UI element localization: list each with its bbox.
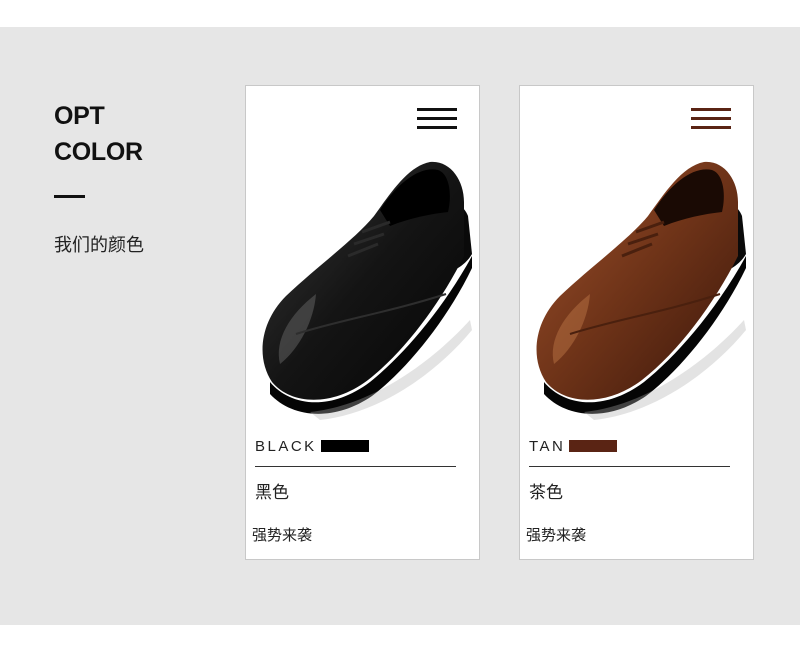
card-divider bbox=[255, 466, 456, 467]
section-heading: OPT COLOR bbox=[54, 98, 143, 170]
card-slogan: 强势来袭 bbox=[252, 526, 313, 544]
black-shoe-image bbox=[262, 161, 472, 420]
heading-divider bbox=[54, 195, 85, 198]
product-card-tan[interactable]: TAN 茶色 强势来袭 bbox=[519, 85, 754, 560]
heading-line-1: OPT bbox=[54, 102, 105, 130]
color-swatch bbox=[569, 440, 618, 452]
color-name-cn: 黑色 bbox=[255, 483, 289, 503]
heading-line-2: COLOR bbox=[54, 138, 143, 166]
color-label-row: TAN bbox=[529, 437, 618, 455]
color-swatch bbox=[320, 440, 369, 452]
tan-shoe-image bbox=[536, 161, 746, 420]
card-divider bbox=[529, 466, 730, 467]
card-slogan: 强势来袭 bbox=[526, 526, 587, 544]
color-label-row: BLACK bbox=[255, 437, 369, 455]
product-card-black[interactable]: BLACK 黑色 强势来袭 bbox=[245, 85, 480, 560]
menu-icon bbox=[691, 108, 731, 130]
color-name: BLACK bbox=[255, 437, 317, 455]
color-name-cn: 茶色 bbox=[529, 483, 563, 503]
section-subtitle: 我们的颜色 bbox=[54, 235, 144, 256]
color-name: TAN bbox=[529, 437, 566, 455]
menu-icon bbox=[417, 108, 457, 130]
